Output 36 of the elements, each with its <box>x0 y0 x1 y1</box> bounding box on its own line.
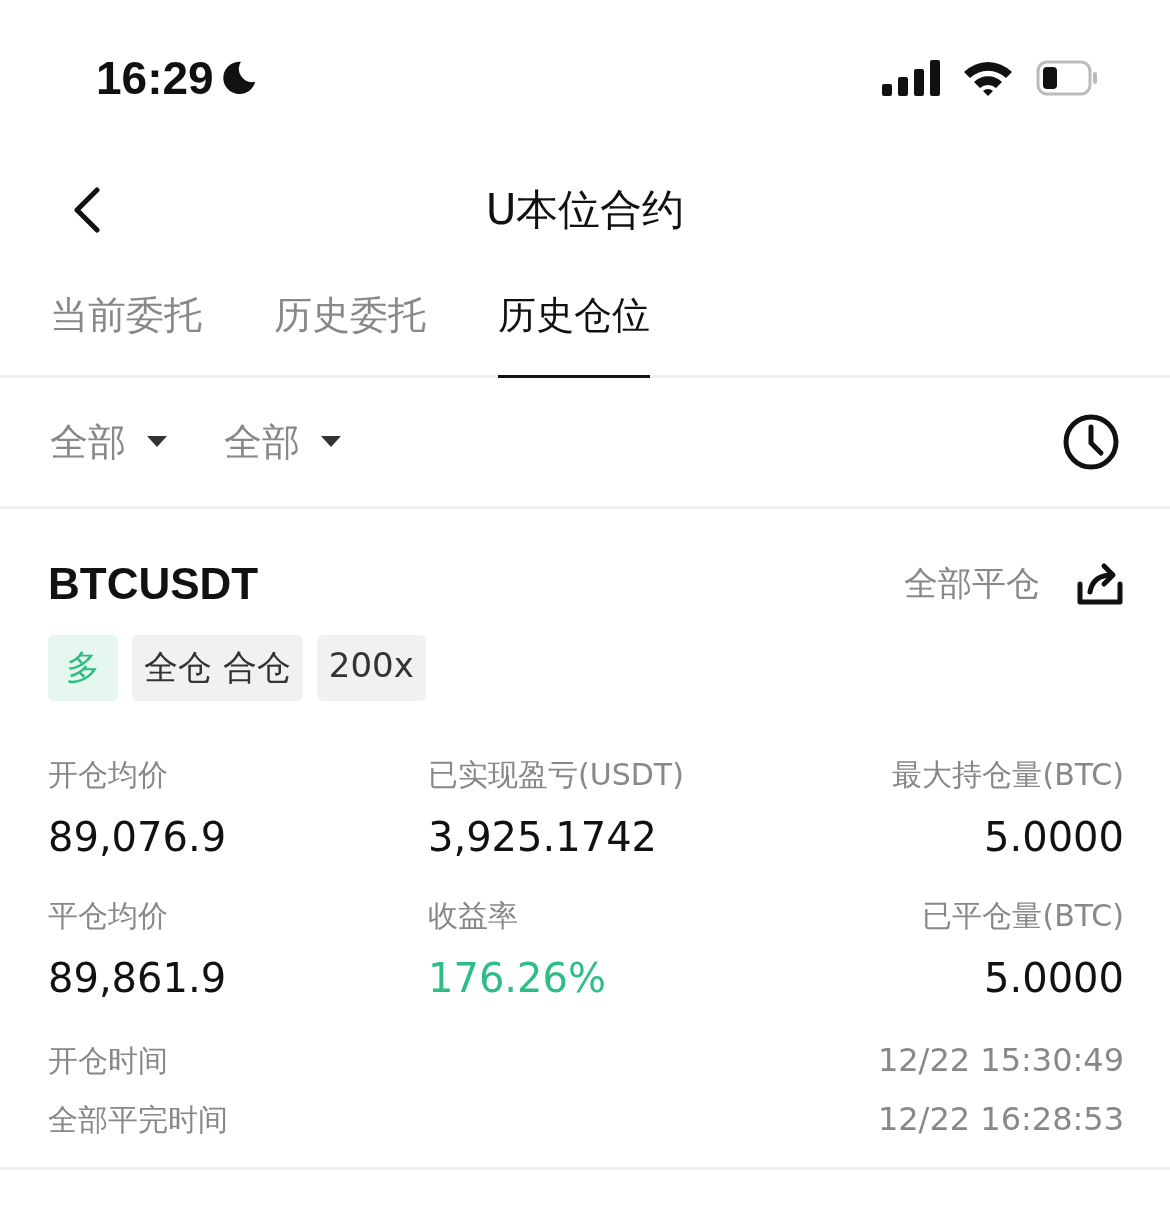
stat-value: 3,925.1742 <box>428 814 659 860</box>
time-label: 全部平完时间 <box>48 1101 228 1139</box>
caret-icon[interactable] <box>146 435 168 449</box>
time-value: 12/22 16:28:53 <box>877 1100 1124 1140</box>
page-title: U本位合约 <box>485 184 685 236</box>
tab[interactable]: 历史委托 <box>274 290 426 378</box>
share-icon[interactable] <box>1076 562 1124 606</box>
battery-icon <box>1036 60 1098 96</box>
stat-value: 89,076.9 <box>48 814 228 860</box>
stat-value: 89,861.9 <box>48 955 228 1001</box>
stat-value: 5.0000 <box>984 814 1124 860</box>
stat-label: 平仓均价 <box>48 897 169 935</box>
stat-label: 收益率 <box>428 897 519 935</box>
wifi-icon <box>962 59 1014 97</box>
caret-icon[interactable] <box>320 435 342 449</box>
stat-label: 开仓均价 <box>48 756 169 794</box>
stat-label: 已实现盈亏(USDT) <box>428 756 685 794</box>
position-tag: 多 <box>48 635 118 701</box>
stat-label: 最大持仓量(BTC) <box>892 756 1124 794</box>
symbol-name: BTCUSDT <box>48 559 259 609</box>
position-tag: 全仓 合仓 <box>132 635 303 701</box>
signal-icon <box>882 60 940 96</box>
position-tag: 200x <box>316 635 426 701</box>
stat-value: 5.0000 <box>984 955 1124 1001</box>
stat-label: 已平仓量(BTC) <box>922 897 1124 935</box>
time-value: 12/22 15:30:49 <box>877 1041 1124 1081</box>
close-all-link[interactable]: 全部平仓 <box>904 561 1040 607</box>
tab[interactable]: 历史仓位 <box>498 290 650 378</box>
back-icon[interactable] <box>72 187 102 233</box>
tab[interactable]: 当前委托 <box>50 290 202 378</box>
time-label: 开仓时间 <box>48 1042 168 1080</box>
filter-dropdown[interactable]: 全部 <box>224 416 342 468</box>
status-time: 16:29 <box>96 51 214 105</box>
clock-icon[interactable] <box>1062 413 1120 471</box>
filter-dropdown[interactable]: 全部 <box>50 416 168 468</box>
stat-value: 176.26% <box>428 955 607 1001</box>
